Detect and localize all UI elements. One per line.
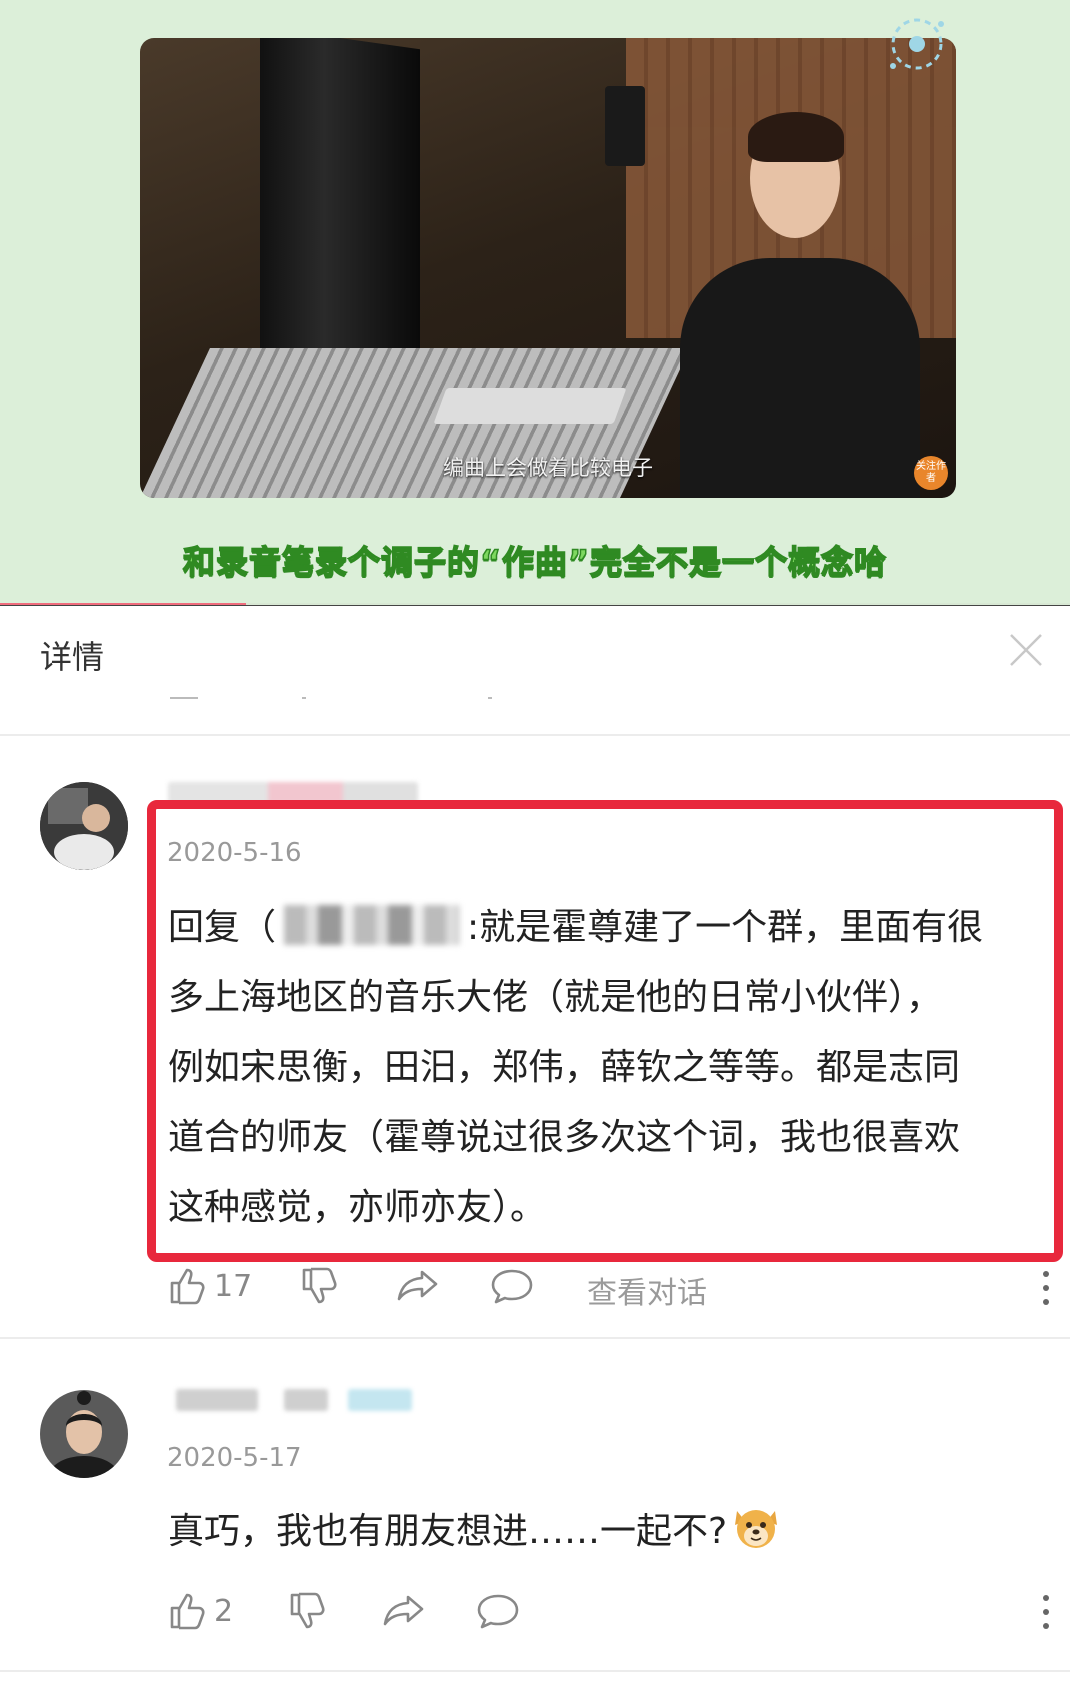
watermark-logo-icon [890,18,944,70]
keyboard-image [433,388,627,424]
like-count: 2 [214,1593,234,1629]
avatar-image [40,1390,128,1478]
person-image [680,112,920,498]
details-header: 详情 [0,606,1070,696]
video-player[interactable]: 编曲上会做着比较电子 关注作者 和录音笔录个调子的“作曲”完全不是一个概念哈 [0,0,1070,606]
avatar-image [40,782,128,870]
monitor-image [260,38,420,390]
cropped-text-row [170,697,492,699]
comment-icon [477,1594,519,1629]
more-icon[interactable] [1041,1592,1051,1632]
thumbs-up-icon [170,1593,205,1630]
comment-icon [491,1269,533,1304]
page-title: 详情 [40,638,105,676]
comment-date: 2020-5-17 [167,1443,302,1473]
more-icon[interactable] [1041,1268,1051,1308]
like-button[interactable]: 2 [168,1591,233,1631]
close-icon[interactable] [1008,632,1044,668]
divider [0,1337,1070,1339]
username-redacted [176,1389,258,1411]
avatar[interactable] [40,782,128,870]
divider [0,1670,1070,1672]
avatar[interactable] [40,1390,128,1478]
divider [0,734,1070,736]
thumbs-up-icon [170,1268,205,1305]
username-redacted [284,1389,328,1411]
speaker-image [605,86,645,166]
user-badge-redacted [348,1389,412,1411]
share-button[interactable] [382,1591,426,1631]
dislike-button[interactable] [288,1591,328,1631]
comment-line: 真巧，我也有朋友想进……一起不? [168,1511,728,1552]
highlight-annotation [147,800,1063,1262]
share-icon [383,1595,424,1626]
view-conversation-link[interactable]: 查看对话 [587,1268,707,1312]
reply-button[interactable] [476,1591,520,1631]
share-button[interactable] [396,1266,440,1306]
video-caption: 和录音笔录个调子的“作曲”完全不是一个概念哈 [182,542,888,582]
follow-author-badge[interactable]: 关注作者 [914,456,948,490]
thumbs-down-icon [290,1592,325,1629]
like-button[interactable]: 17 [168,1266,252,1306]
video-subtitle: 编曲上会做着比较电子 [443,456,653,480]
video-frame[interactable]: 编曲上会做着比较电子 关注作者 [140,38,956,498]
thumbs-down-icon [302,1267,337,1304]
like-count: 17 [214,1268,253,1304]
dislike-button[interactable] [300,1266,340,1306]
comment-text: 真巧，我也有朋友想进……一起不? [168,1497,1048,1567]
doge-emoji-icon [735,1510,778,1548]
share-icon [397,1270,438,1301]
reply-button[interactable] [490,1266,534,1306]
